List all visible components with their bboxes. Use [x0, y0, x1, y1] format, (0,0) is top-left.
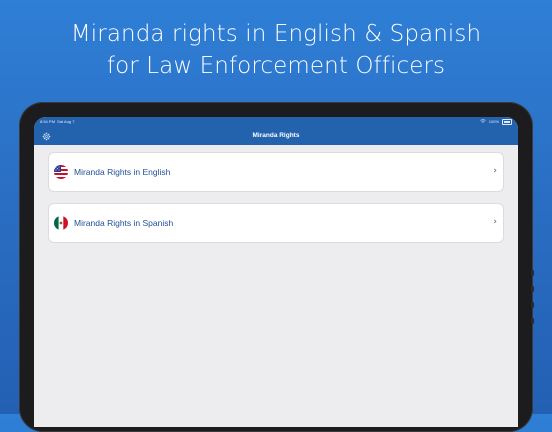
list-item-label: Miranda Rights in Spanish: [74, 218, 174, 228]
list-item-english[interactable]: Miranda Rights in English ›: [48, 152, 504, 192]
navigation-bar: Miranda Rights: [34, 127, 518, 145]
mexico-flag-icon: [54, 216, 68, 230]
wifi-icon: [480, 117, 486, 127]
chevron-right-icon: ›: [493, 217, 497, 227]
app-screen: 8:54 PM Sat Aug 7 100% Miranda Rights Mi…: [34, 117, 518, 427]
us-flag-icon: [54, 165, 68, 179]
status-time-date: 8:54 PM Sat Aug 7: [40, 117, 75, 127]
device-side-button: [531, 286, 534, 292]
device-side-button: [531, 270, 534, 276]
chevron-right-icon: ›: [493, 166, 497, 176]
status-date: Sat Aug 7: [57, 119, 75, 124]
headline-line-1: Miranda rights in English & Spanish: [70, 21, 482, 47]
nav-title: Miranda Rights: [252, 132, 300, 139]
status-bar: 8:54 PM Sat Aug 7 100%: [34, 117, 518, 127]
device-side-button: [531, 302, 534, 308]
battery-percent: 100%: [488, 119, 499, 124]
rights-list: Miranda Rights in English › Miranda Righ…: [34, 145, 518, 243]
battery-icon: [502, 119, 512, 125]
device-side-button: [531, 318, 534, 324]
marketing-headline: Miranda rights in English & Spanish for …: [0, 18, 552, 82]
tablet-device-frame: 8:54 PM Sat Aug 7 100% Miranda Rights Mi…: [19, 102, 534, 432]
status-time: 8:54 PM: [40, 119, 55, 124]
headline-line-2: for Law Enforcement Officers: [106, 53, 446, 79]
status-right: 100%: [480, 117, 512, 127]
list-item-label: Miranda Rights in English: [74, 167, 171, 177]
list-item-spanish[interactable]: Miranda Rights in Spanish ›: [48, 203, 504, 243]
